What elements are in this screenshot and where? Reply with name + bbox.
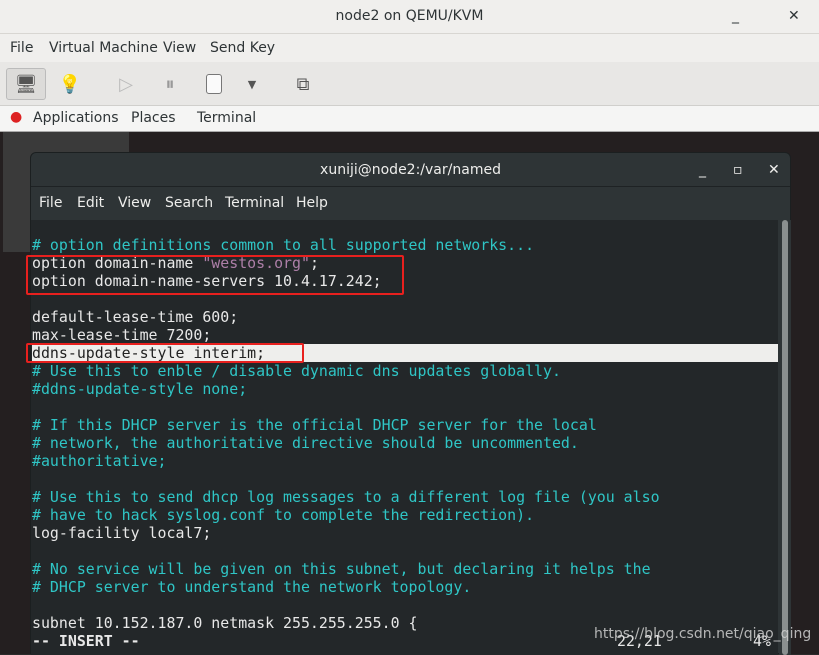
dropdown-icon[interactable]: ▼ [236, 68, 268, 100]
scrollbar[interactable] [779, 220, 791, 655]
code-line: log-facility local7; [32, 524, 212, 542]
redhat-icon: ● [10, 109, 23, 125]
code-line: # If this DHCP server is the official DH… [32, 416, 597, 434]
code-line: # have to hack syslog.conf to complete t… [32, 506, 535, 524]
menu-view[interactable]: View [163, 40, 196, 56]
vm-titlebar: node2 on QEMU/KVM _ ✕ [0, 0, 819, 34]
applications-menu[interactable]: Applications [33, 110, 119, 126]
menu-send-key[interactable]: Send Key [210, 40, 275, 56]
pause-icon[interactable]: ⏸ [154, 68, 186, 100]
annotation-box [26, 343, 304, 363]
terminal-title: xuniji@node2:/var/named [320, 162, 501, 178]
tmenu-file[interactable]: File [39, 195, 62, 211]
vm-menubar: File Virtual Machine View Send Key [0, 34, 819, 62]
lightbulb-icon[interactable]: 💡 [54, 68, 86, 100]
tmenu-help[interactable]: Help [296, 195, 328, 211]
mode-indicator: -- INSERT -- [32, 632, 140, 650]
places-menu[interactable]: Places [131, 110, 176, 126]
gnome-top-bar: ● Applications Places Terminal [0, 106, 819, 132]
maximize-icon[interactable]: ▫ [733, 153, 743, 187]
terminal-titlebar: xuniji@node2:/var/named _ ▫ ✕ [31, 153, 790, 187]
menu-file[interactable]: File [10, 40, 33, 56]
tmenu-search[interactable]: Search [165, 195, 213, 211]
play-icon[interactable]: ▷ [110, 68, 142, 100]
window-title: node2 on QEMU/KVM [335, 8, 484, 24]
vm-toolbar: 🖥 💡 ▷ ⏸ ▼ ⧉ [0, 62, 819, 106]
monitor-icon[interactable]: 🖥 [6, 68, 46, 100]
code-line: # option definitions common to all suppo… [32, 236, 535, 254]
annotation-box [26, 255, 404, 295]
code-line: max-lease-time 7200; [32, 326, 212, 344]
minimize-button[interactable]: _ [732, 0, 739, 32]
tmenu-view[interactable]: View [118, 195, 151, 211]
close-button[interactable]: ✕ [788, 0, 800, 32]
tmenu-edit[interactable]: Edit [77, 195, 104, 211]
terminal-window: xuniji@node2:/var/named _ ▫ ✕ File Edit … [30, 152, 791, 655]
code-line: # Use this to send dhcp log messages to … [32, 488, 660, 506]
scrollbar-thumb[interactable] [782, 220, 788, 655]
watermark: https://blog.csdn.net/qiao_qing [594, 626, 812, 642]
close-icon[interactable]: ✕ [768, 153, 780, 187]
terminal-menu[interactable]: Terminal [197, 110, 256, 126]
tmenu-terminal[interactable]: Terminal [225, 195, 284, 211]
power-icon[interactable] [198, 68, 230, 100]
code-line: # Use this to enble / disable dynamic dn… [32, 362, 561, 380]
code-line: default-lease-time 600; [32, 308, 239, 326]
minimize-icon[interactable]: _ [699, 153, 706, 187]
code-line: # network, the authoritative directive s… [32, 434, 579, 452]
code-line: #ddns-update-style none; [32, 380, 248, 398]
terminal-menubar: File Edit View Search Terminal Help [31, 187, 790, 219]
screens-icon[interactable]: ⧉ [287, 68, 319, 100]
code-line: #authoritative; [32, 452, 167, 470]
code-line: # DHCP server to understand the network … [32, 578, 472, 596]
menu-virtual-machine[interactable]: Virtual Machine [49, 40, 158, 56]
code-line: # No service will be given on this subne… [32, 560, 651, 578]
